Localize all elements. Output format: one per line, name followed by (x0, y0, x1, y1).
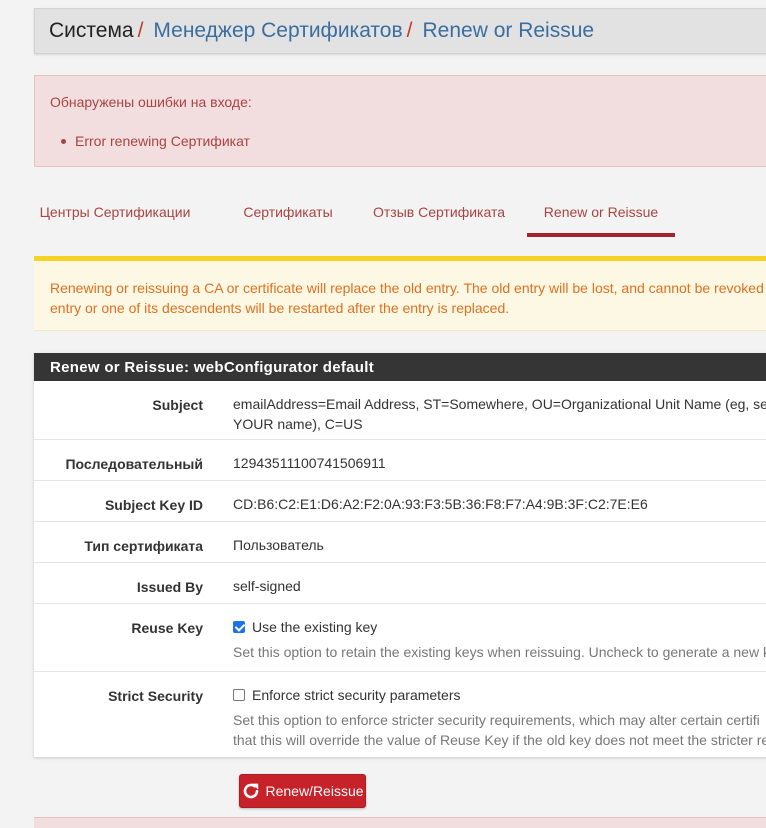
serial-value: 12943511100741506911 (233, 455, 386, 471)
tab-certificates[interactable]: Сертификаты (230, 193, 346, 231)
breadcrumb: Система / Менеджер Сертификатов / Renew … (34, 8, 766, 54)
skid-value: CD:B6:C2:E1:D6:A2:F2:0A:93:F3:5B:36:F8:F… (233, 496, 648, 512)
reuse-key-option[interactable]: Use the existing key (233, 617, 766, 637)
tab-renew-reissue[interactable]: Renew or Reissue (527, 193, 675, 237)
row-cert-type: Тип сертификата Пользователь (34, 522, 766, 563)
error-item: Error renewing Сертификат (61, 133, 250, 149)
row-serial: Последовательный 12943511100741506911 (34, 440, 766, 481)
serial-label: Последовательный (65, 456, 203, 472)
strict-security-label: Strict Security (108, 688, 203, 704)
reuse-key-checkbox[interactable] (233, 621, 245, 633)
row-subject: Subject emailAddress=Email Address, ST=S… (34, 381, 766, 440)
panel-title: Renew or Reissue: webConfigurator defaul… (34, 353, 766, 381)
error-alert: Обнаружены ошибки на входе: Error renewi… (34, 75, 766, 167)
issued-by-label: Issued By (136, 579, 203, 595)
cert-type-value: Пользователь (233, 537, 324, 553)
warning-line-1: Renewing or reissuing a CA or certificat… (50, 280, 766, 296)
cert-type-label: Тип сертификата (84, 538, 203, 554)
row-strict-security: Strict Security Enforce strict security … (34, 672, 766, 760)
subject-value-line-2: YOUR name), C=US (233, 416, 363, 432)
renew-reissue-button[interactable]: Renew/Reissue (239, 774, 366, 808)
subject-value-line-1: emailAddress=Email Address, ST=Somewhere… (233, 396, 766, 412)
strict-security-control: Enforce strict security parameters Set t… (233, 685, 766, 750)
strict-security-checkbox[interactable] (233, 689, 245, 701)
refresh-icon (244, 783, 259, 799)
reuse-key-control: Use the existing key Set this option to … (233, 617, 766, 662)
tab-revocation[interactable]: Отзыв Сертификата (366, 193, 512, 231)
warning-alert: Renewing or reissuing a CA or certificat… (34, 256, 766, 331)
strict-security-option[interactable]: Enforce strict security parameters (233, 685, 766, 705)
breadcrumb-separator: / (406, 19, 413, 42)
issued-by-value: self-signed (233, 578, 301, 594)
breadcrumb-separator: / (137, 19, 144, 42)
breadcrumb-link-renew[interactable]: Renew or Reissue (423, 19, 595, 43)
row-reuse-key: Reuse Key Use the existing key Set this … (34, 604, 766, 672)
skid-label: Subject Key ID (104, 497, 203, 513)
breadcrumb-link-cert-manager[interactable]: Менеджер Сертификатов (153, 19, 402, 43)
bottom-alert-edge (34, 817, 766, 828)
error-item-text: Error renewing Сертификат (75, 133, 250, 149)
error-title: Обнаружены ошибки на входе: (50, 94, 252, 110)
strict-security-help-2: that this will override the value of Reu… (233, 732, 766, 748)
subject-label: Subject (152, 397, 203, 413)
warning-line-2: entry or one of its descendents will be … (50, 300, 510, 316)
tab-certificate-authorities[interactable]: Центры Сертификации (34, 193, 196, 231)
row-subject-key-id: Subject Key ID CD:B6:C2:E1:D6:A2:F2:0A:9… (34, 481, 766, 522)
renew-panel: Renew or Reissue: webConfigurator defaul… (34, 353, 766, 757)
subject-value: emailAddress=Email Address, ST=Somewhere… (233, 394, 766, 434)
renew-reissue-button-label[interactable]: Renew/Reissue (265, 783, 363, 799)
breadcrumb-root: Система (49, 19, 134, 42)
reuse-key-label: Reuse Key (131, 620, 203, 636)
bullet-icon (61, 138, 66, 144)
row-issued-by: Issued By self-signed (34, 563, 766, 604)
tab-bar: Центры Сертификации Сертификаты Отзыв Се… (34, 193, 766, 237)
reuse-key-checkbox-label[interactable]: Use the existing key (252, 619, 377, 635)
strict-security-help-1: Set this option to enforce stricter secu… (233, 712, 760, 728)
reuse-key-help: Set this option to retain the existing k… (233, 644, 766, 660)
strict-security-checkbox-label[interactable]: Enforce strict security parameters (252, 687, 461, 703)
